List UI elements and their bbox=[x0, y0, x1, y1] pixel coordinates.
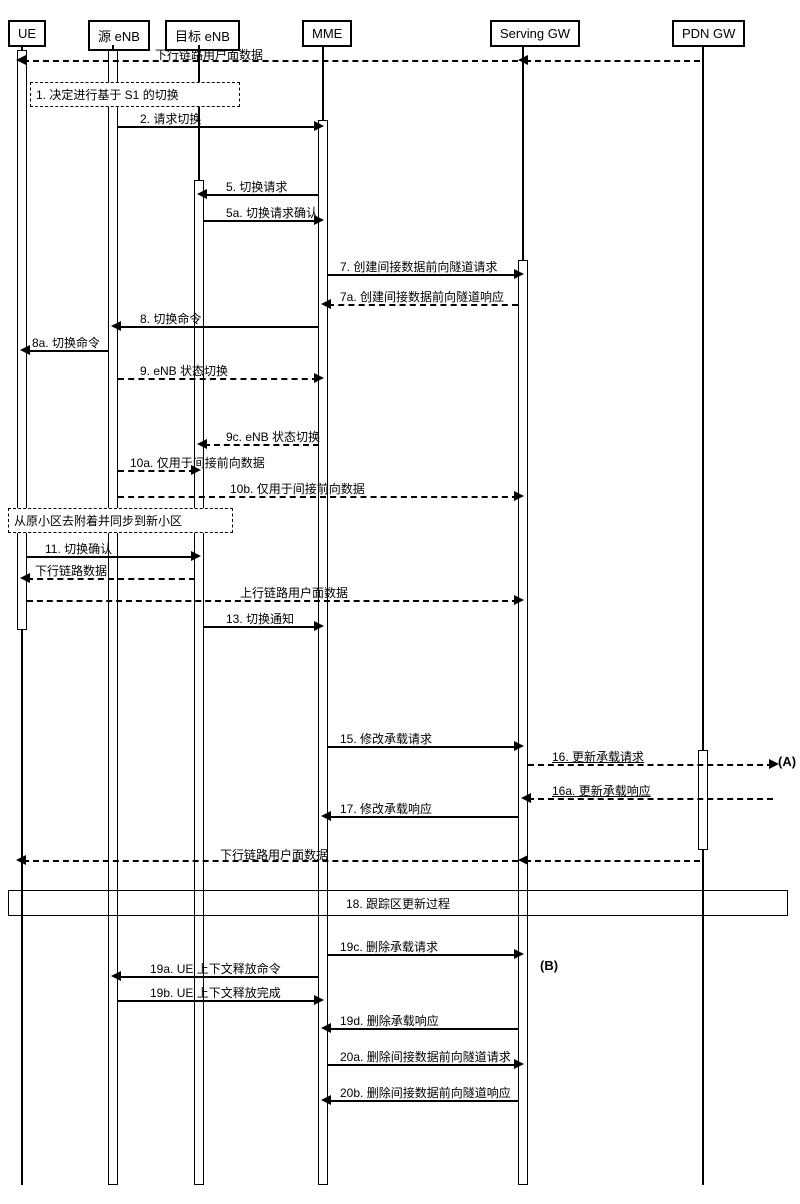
actor-src-enb: 源 eNB bbox=[88, 20, 150, 51]
arrow-5a bbox=[204, 220, 319, 222]
label-13: 13. 切换通知 bbox=[226, 610, 294, 627]
arrow-16a bbox=[528, 798, 773, 800]
label-10b: 10b. 仅用于间接前向数据 bbox=[230, 480, 365, 497]
label-15: 15. 修改承载请求 bbox=[340, 730, 432, 747]
arrow-20b bbox=[328, 1100, 518, 1102]
arrowhead bbox=[314, 373, 324, 383]
activation-sgw bbox=[518, 260, 528, 1185]
arrow-2 bbox=[118, 126, 318, 128]
arrow-17 bbox=[328, 816, 518, 818]
sequence-diagram: UE 源 eNB 目标 eNB MME Serving GW PDN GW 下行… bbox=[0, 0, 800, 1204]
arrowhead bbox=[514, 949, 524, 959]
arrowhead bbox=[197, 189, 207, 199]
arrow-19a bbox=[118, 976, 318, 978]
arrowhead bbox=[20, 345, 30, 355]
arrow-9 bbox=[118, 378, 318, 380]
activation-tgt bbox=[194, 180, 204, 1185]
label-5a: 5a. 切换请求确认 bbox=[226, 204, 318, 221]
arrow-16 bbox=[528, 764, 773, 766]
label-19a: 19a. UE 上下文释放命令 bbox=[150, 960, 281, 977]
label-dl-user-plane: 下行链路用户面数据 bbox=[155, 46, 263, 63]
arrow-10a bbox=[118, 470, 195, 472]
label-20a: 20a. 删除间接数据前向隧道请求 bbox=[340, 1048, 511, 1065]
arrow-ul bbox=[27, 600, 518, 602]
actor-mme: MME bbox=[302, 20, 352, 47]
arrowhead bbox=[191, 465, 201, 475]
arrow-dl1-pgw-sgw bbox=[525, 60, 700, 62]
arrowhead bbox=[321, 299, 331, 309]
arrowhead bbox=[521, 793, 531, 803]
arrowhead bbox=[191, 551, 201, 561]
label-19d: 19d. 删除承载响应 bbox=[340, 1012, 439, 1029]
arrowhead bbox=[314, 995, 324, 1005]
arrowhead bbox=[514, 741, 524, 751]
arrow-dl2a bbox=[525, 860, 700, 862]
label-2: 2. 请求切换 bbox=[140, 110, 201, 127]
arrowhead bbox=[111, 971, 121, 981]
arrowhead bbox=[518, 55, 528, 65]
label-5: 5. 切换请求 bbox=[226, 178, 287, 195]
label-dl-data: 下行链路数据 bbox=[35, 562, 107, 579]
arrowhead bbox=[514, 491, 524, 501]
arrowhead bbox=[16, 55, 26, 65]
arrowhead bbox=[321, 1095, 331, 1105]
arrowhead bbox=[314, 121, 324, 131]
arrowhead bbox=[111, 321, 121, 331]
arrow-19b bbox=[118, 1000, 318, 1002]
arrow-19c bbox=[328, 954, 518, 956]
actor-ue: UE bbox=[8, 20, 46, 47]
arrowhead bbox=[518, 855, 528, 865]
label-16a: 16a. 更新承载响应 bbox=[552, 782, 651, 799]
arrowhead bbox=[514, 595, 524, 605]
arrow-11 bbox=[27, 556, 195, 558]
note-detach-sync: 从原小区去附着并同步到新小区 bbox=[8, 508, 233, 533]
arrowhead bbox=[314, 215, 324, 225]
arrow-9c bbox=[204, 444, 319, 446]
arrowhead bbox=[321, 811, 331, 821]
lifeline-pgw bbox=[702, 45, 704, 1185]
arrowhead bbox=[514, 1059, 524, 1069]
arrow-13 bbox=[204, 626, 319, 628]
arrow-dl1-sgw-ue bbox=[23, 60, 518, 62]
label-16: 16. 更新承载请求 bbox=[552, 748, 644, 765]
label-17: 17. 修改承载响应 bbox=[340, 800, 432, 817]
arrow-20a bbox=[328, 1064, 518, 1066]
label-dl-user-plane2: 下行链路用户面数据 bbox=[220, 846, 328, 863]
arrow-8 bbox=[118, 326, 318, 328]
label-9c: 9c. eNB 状态切换 bbox=[226, 428, 320, 445]
activation-ue bbox=[17, 50, 27, 630]
arrow-19d bbox=[328, 1028, 518, 1030]
label-11: 11. 切换确认 bbox=[45, 540, 112, 557]
arrow-10b bbox=[118, 496, 518, 498]
ext-label-B: (B) bbox=[540, 958, 558, 973]
arrowhead bbox=[321, 1023, 331, 1033]
arrowhead bbox=[20, 573, 30, 583]
note-decide-s1: 1. 决定进行基于 S1 的切换 bbox=[30, 82, 240, 107]
arrowhead bbox=[514, 269, 524, 279]
arrow-7 bbox=[328, 274, 518, 276]
label-20b: 20b. 删除间接数据前向隧道响应 bbox=[340, 1084, 511, 1101]
label-9: 9. eNB 状态切换 bbox=[140, 362, 228, 379]
arrowhead bbox=[197, 439, 207, 449]
label-8: 8. 切换命令 bbox=[140, 310, 201, 327]
arrow-8a bbox=[27, 350, 109, 352]
arrow-15 bbox=[328, 746, 518, 748]
label-7a: 7a. 创建间接数据前向隧道响应 bbox=[340, 288, 504, 305]
actor-sgw: Serving GW bbox=[490, 20, 580, 47]
arrowhead bbox=[314, 621, 324, 631]
arrow-7a bbox=[328, 304, 518, 306]
label-19c: 19c. 删除承载请求 bbox=[340, 938, 438, 955]
label-7: 7. 创建间接数据前向隧道请求 bbox=[340, 258, 497, 275]
note-tracking-update: 18. 跟踪区更新过程 bbox=[8, 890, 788, 916]
actor-pgw: PDN GW bbox=[672, 20, 745, 47]
arrow-5 bbox=[204, 194, 319, 196]
label-ul-user-plane: 上行链路用户面数据 bbox=[240, 584, 348, 601]
arrow-dl-data bbox=[27, 578, 195, 580]
arrowhead bbox=[16, 855, 26, 865]
activation-src bbox=[108, 50, 118, 1185]
ext-label-A: (A) bbox=[778, 754, 796, 769]
label-8a: 8a. 切换命令 bbox=[32, 334, 100, 351]
label-19b: 19b. UE 上下文释放完成 bbox=[150, 984, 281, 1001]
